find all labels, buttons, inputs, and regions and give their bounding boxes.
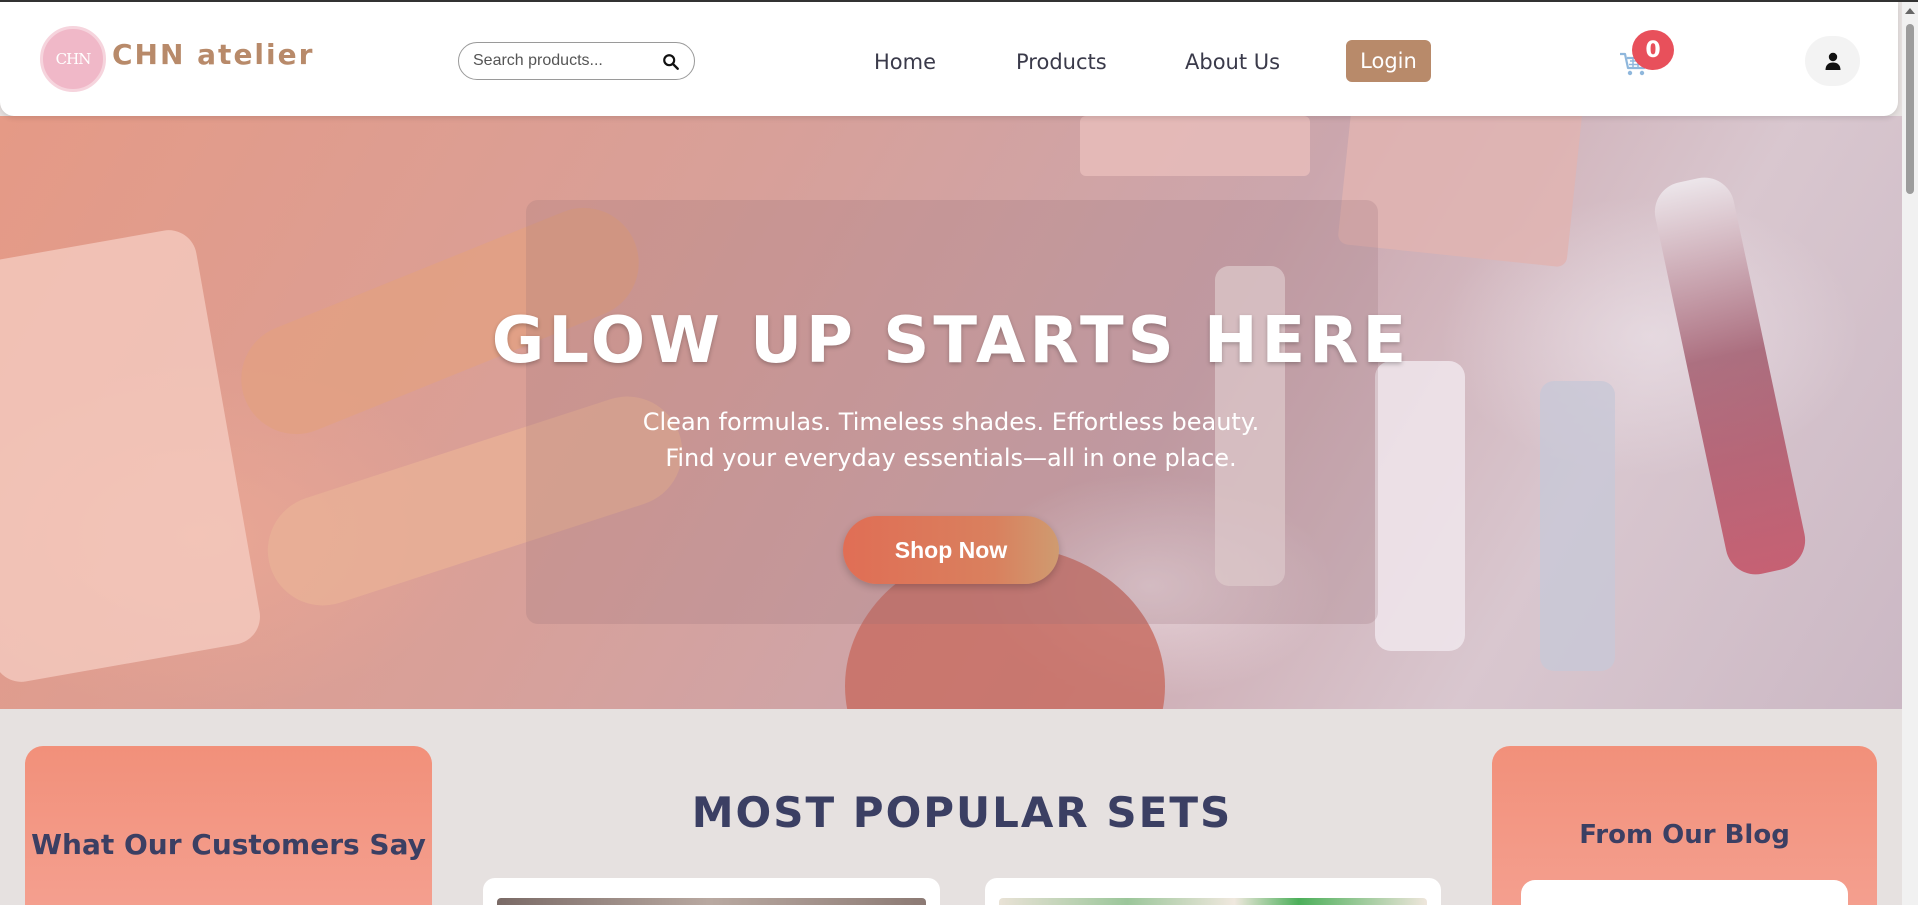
blog-post-card[interactable] <box>1521 880 1848 905</box>
blog-title: From Our Blog <box>1579 820 1790 850</box>
nav-about-link[interactable]: About Us <box>1185 50 1280 74</box>
product-card[interactable] <box>985 878 1441 905</box>
scrollbar-thumb[interactable] <box>1906 24 1914 194</box>
user-account-button[interactable] <box>1805 36 1860 86</box>
nav-products-link[interactable]: Products <box>1016 50 1107 74</box>
hero-compact-shape <box>1080 116 1310 176</box>
hero-tube-shape <box>1375 361 1465 651</box>
search-icon[interactable] <box>662 53 680 71</box>
page-scrollbar[interactable] <box>1902 2 1918 905</box>
hero-subtitle-line-1: Clean formulas. Timeless shades. Effortl… <box>642 408 1260 436</box>
testimonials-card: What Our Customers Say <box>25 746 432 905</box>
product-image[interactable] <box>999 898 1427 905</box>
scroll-up-arrow-icon[interactable] <box>1905 8 1915 14</box>
nav-home-link[interactable]: Home <box>874 50 936 74</box>
logo-text: CHN <box>55 50 92 68</box>
shop-now-button[interactable]: Shop Now <box>843 516 1059 584</box>
user-icon <box>1825 52 1840 70</box>
popular-sets-title: MOST POPULAR SETS <box>691 788 1233 837</box>
search-bar <box>458 42 695 80</box>
testimonials-title: What Our Customers Say <box>31 828 426 861</box>
hero-title: GLOW UP STARTS HERE <box>491 304 1411 378</box>
site-header: CHN CHN atelier Home Products About Us L… <box>0 2 1898 116</box>
search-input[interactable] <box>473 51 653 71</box>
product-card[interactable] <box>483 878 940 905</box>
hero-subtitle-line-2: Find your everyday essentials—all in one… <box>665 444 1237 472</box>
login-button[interactable]: Login <box>1346 40 1431 82</box>
blog-card: From Our Blog <box>1492 746 1877 905</box>
brand-name[interactable]: CHN atelier <box>112 38 314 71</box>
cart-count-badge: 0 <box>1632 30 1674 70</box>
product-image[interactable] <box>497 898 926 905</box>
hero-banner: GLOW UP STARTS HERE Clean formulas. Time… <box>0 116 1902 709</box>
brand-logo[interactable]: CHN <box>40 26 106 92</box>
